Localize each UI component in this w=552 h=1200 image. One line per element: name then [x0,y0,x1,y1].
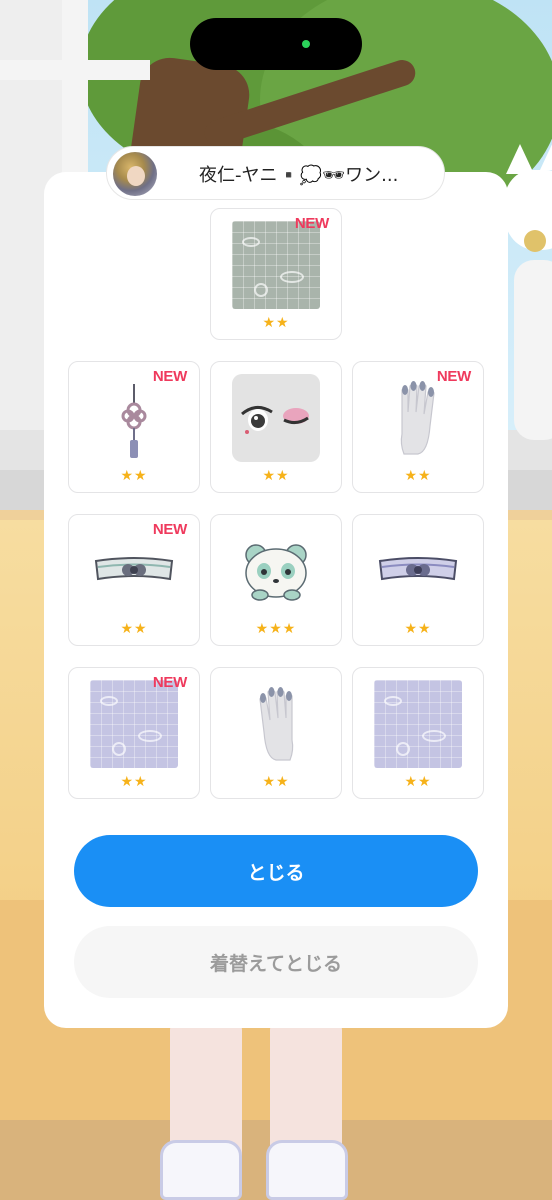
star-rating: ★★ [262,774,290,790]
star-rating: ★★ [404,468,432,484]
camera-indicator-icon [302,40,310,48]
item-card[interactable]: NEW ★★ [352,361,484,493]
change-and-close-button[interactable]: 着替えてとじる [74,926,478,998]
item-card[interactable]: ★★ [352,667,484,799]
belt-icon [378,557,458,581]
item-card[interactable]: NEW ★★ [210,208,342,340]
new-badge: NEW [294,215,329,232]
panda-icon [245,544,307,601]
star-rating: ★★★ [255,621,297,637]
dynamic-island [190,18,362,70]
close-button[interactable]: とじる [74,835,478,907]
window-frame [0,60,150,80]
item-card[interactable]: ★★ [210,361,342,493]
user-name: 夜仁-ヤニ▪️💭🕶ワン... [199,165,399,186]
star-rating: ★★ [120,774,148,790]
new-badge: NEW [152,674,187,691]
fabric-pattern-icon [232,221,320,309]
item-card[interactable]: NEW ★★ [68,667,200,799]
glove-icon [259,687,294,761]
item-card[interactable]: NEW ★★ [68,361,200,493]
fabric-pattern-icon [374,680,462,768]
star-rating: ★★ [262,315,290,331]
item-card[interactable]: ★★ [352,514,484,646]
item-card[interactable]: NEW ★★ [68,514,200,646]
star-rating: ★★ [262,468,290,484]
star-rating: ★★ [404,774,432,790]
new-badge: NEW [152,521,187,538]
user-profile-pill[interactable]: 夜仁-ヤニ▪️💭🕶ワン... [106,146,445,200]
star-rating: ★★ [120,621,148,637]
new-badge: NEW [436,368,471,385]
star-rating: ★★ [404,621,432,637]
avatar-legs [160,1020,350,1200]
avatar [113,152,157,196]
glove-icon [400,381,435,455]
tassel-earring-icon [121,384,147,458]
item-card[interactable]: ★★★ [210,514,342,646]
item-card[interactable]: ★★ [210,667,342,799]
wink-eye-icon [232,374,320,462]
new-badge: NEW [152,368,187,385]
belt-icon [94,557,174,581]
fabric-pattern-icon [90,680,178,768]
star-rating: ★★ [120,468,148,484]
